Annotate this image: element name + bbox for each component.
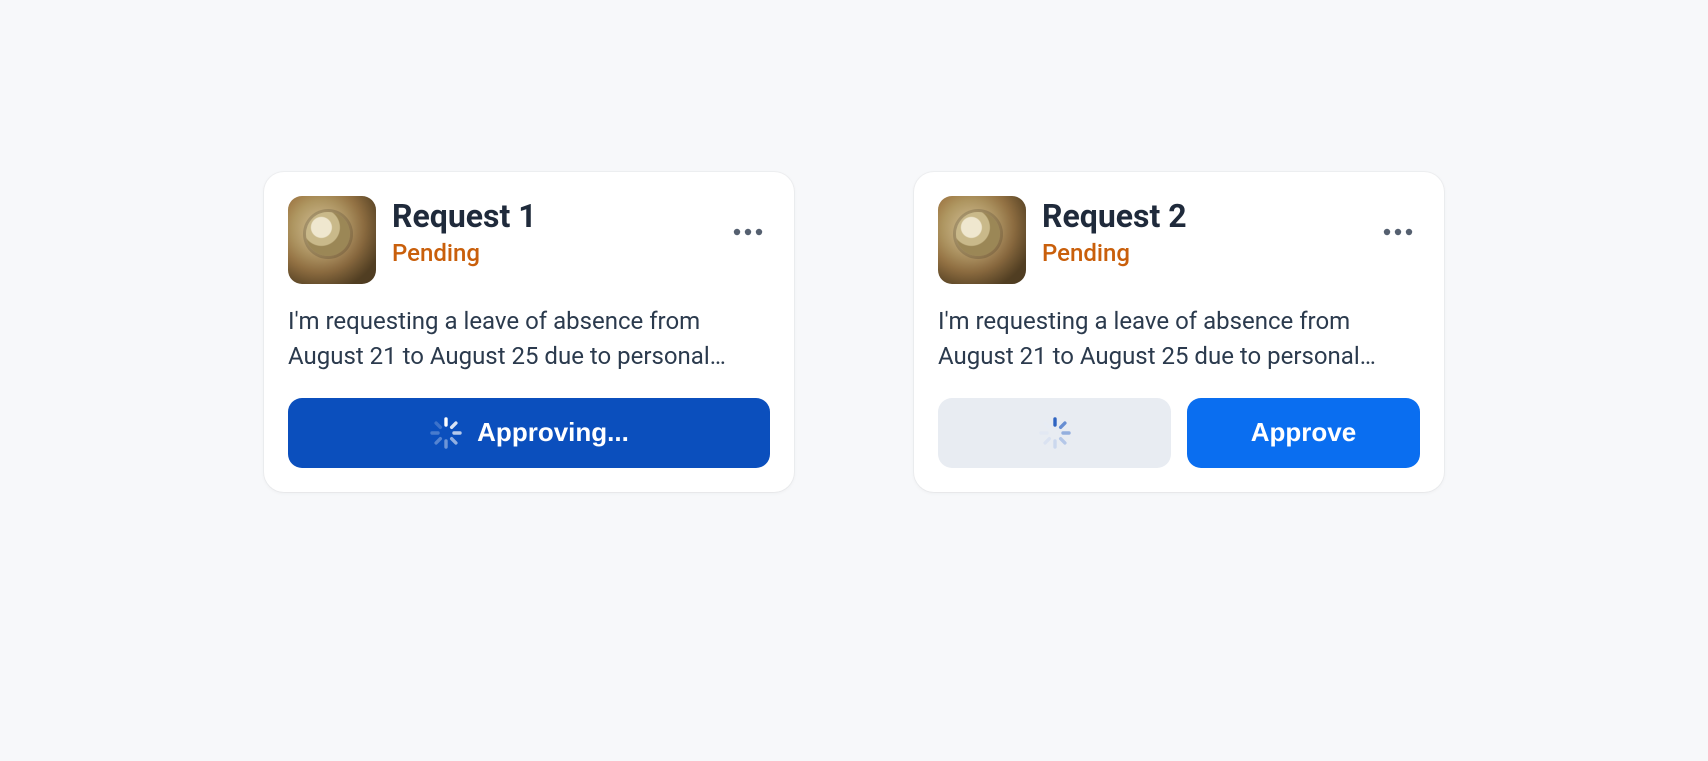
request-thumbnail [288,196,376,284]
approving-button[interactable]: Approving... [288,398,770,468]
request-status: Pending [1042,239,1360,268]
request-body: I'm requesting a leave of absence from A… [288,304,770,374]
request-title: Request 2 [1042,198,1360,235]
card-actions: Approve [938,398,1420,468]
request-card: Request 2 Pending I'm requesting a leave… [914,172,1444,492]
request-title: Request 1 [392,198,710,235]
more-options-button[interactable] [726,210,770,254]
spinner-icon [429,416,463,450]
title-block: Request 2 Pending [1042,196,1360,268]
request-status: Pending [392,239,710,268]
request-thumbnail [938,196,1026,284]
loading-secondary-button[interactable] [938,398,1171,468]
approve-button-label: Approve [1251,417,1356,448]
card-actions: Approving... [288,398,770,468]
cards-container: Request 1 Pending I'm requesting a leave… [0,0,1708,761]
spinner-icon [1038,416,1072,450]
more-horizontal-icon [733,228,763,236]
approving-button-label: Approving... [477,417,629,448]
more-horizontal-icon [1383,228,1413,236]
request-card: Request 1 Pending I'm requesting a leave… [264,172,794,492]
card-header: Request 1 Pending [288,196,770,284]
title-block: Request 1 Pending [392,196,710,268]
card-header: Request 2 Pending [938,196,1420,284]
approve-button[interactable]: Approve [1187,398,1420,468]
more-options-button[interactable] [1376,210,1420,254]
request-body: I'm requesting a leave of absence from A… [938,304,1420,374]
